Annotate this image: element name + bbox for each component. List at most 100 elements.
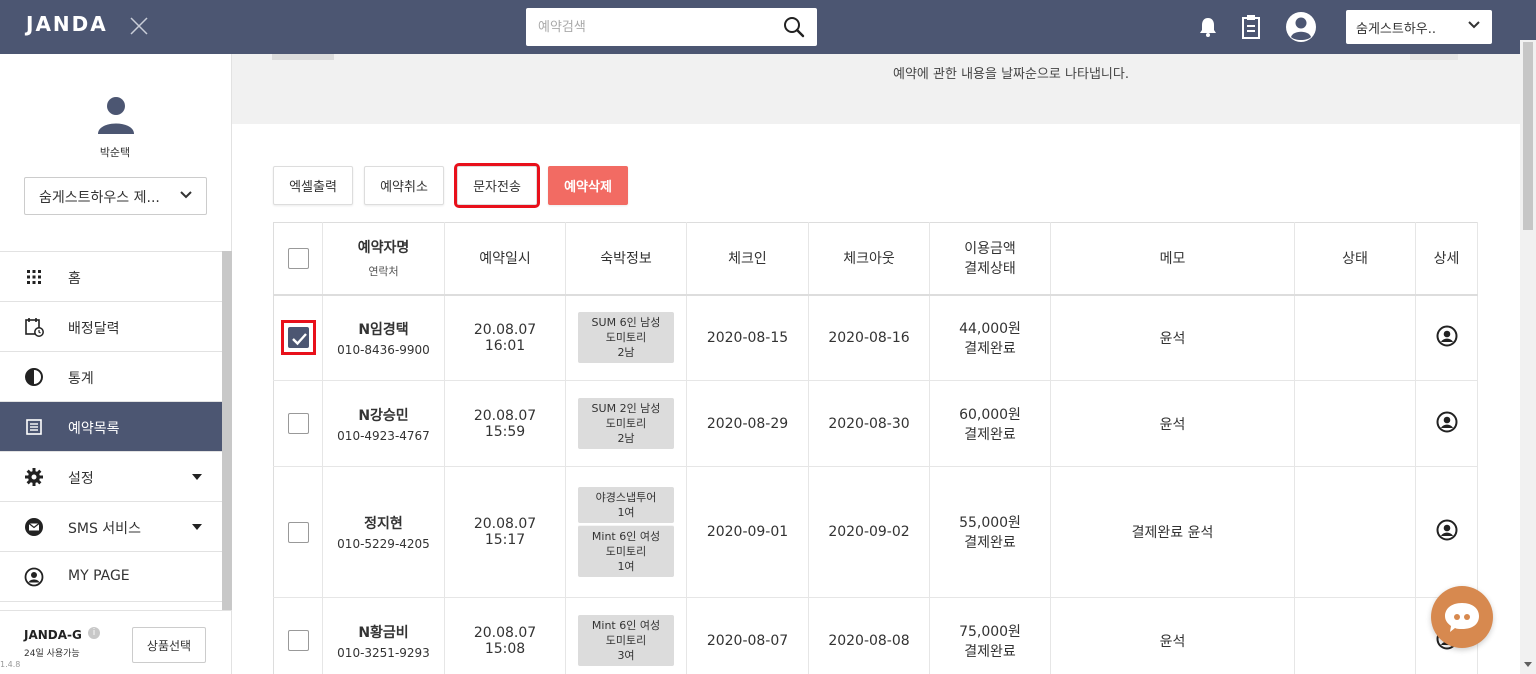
booked-at-cell: 20.08.07 15:08 (444, 597, 566, 674)
sidebar-item-sms[interactable]: SMS 서비스 (0, 502, 222, 552)
amount-cell: 75,000원 결제완료 (929, 597, 1051, 674)
room-type: 도미토리 (605, 634, 647, 647)
booked-date: 20.08.07 (473, 407, 537, 424)
grid-icon (27, 270, 41, 284)
user-detail-icon[interactable] (1436, 411, 1458, 433)
search-icon[interactable] (783, 16, 805, 38)
room-cell: SUM 6인 남성 도미토리 2남 (565, 294, 687, 381)
plan-name: JANDA-G (24, 628, 82, 642)
status-cell (1294, 380, 1416, 467)
booked-at-cell: 20.08.07 15:59 (444, 380, 566, 467)
table-header-row: 예약자명 연락처 예약일시 숙박정보 체크인 체크아웃 이용금액 결제상태 메모… (273, 222, 1478, 296)
sidebar-item-settings[interactable]: 설정 (0, 452, 222, 502)
amount-cell: 44,000원 결제완료 (929, 294, 1051, 381)
amount-cell: 55,000원 결제완료 (929, 466, 1051, 598)
amount-cell: 60,000원 결제완료 (929, 380, 1051, 467)
row-checkbox[interactable] (287, 413, 309, 434)
row-select-cell (273, 380, 323, 467)
scroll-down-arrow-icon[interactable] (1524, 662, 1532, 667)
user-circle-icon[interactable] (1285, 11, 1317, 43)
header-memo: 메모 (1050, 222, 1295, 296)
row-checkbox[interactable] (287, 327, 309, 349)
row-select-cell (273, 466, 323, 598)
header-booked-at: 예약일시 (444, 222, 566, 296)
excel-export-button[interactable]: 엑셀출력 (273, 166, 353, 205)
guest-cell: 정지현 010-5229-4205 (322, 466, 445, 598)
info-icon[interactable]: i (88, 627, 100, 639)
delete-reservation-button[interactable]: 예약삭제 (548, 166, 628, 205)
app-logo[interactable]: JANDA (26, 12, 108, 36)
plan-select-button[interactable]: 상품선택 (132, 627, 206, 663)
sidebar-item-home[interactable]: 홈 (0, 252, 222, 302)
booked-time: 15:08 (484, 640, 526, 657)
booked-at-cell: 20.08.07 16:01 (444, 294, 566, 381)
sidebar-item-mypage[interactable]: MY PAGE (0, 552, 222, 602)
sidebar-item-calendar[interactable]: 배정달력 (0, 302, 222, 352)
sidebar-item-label: 설정 (68, 471, 94, 487)
chat-bubble-icon (1445, 603, 1479, 632)
plan-footer: JANDA-G i 24일 사용가능 상품선택 (0, 610, 232, 674)
bell-icon[interactable] (1198, 16, 1218, 38)
page-scrollbar[interactable] (1520, 40, 1536, 674)
header-room: 숙박정보 (565, 222, 687, 296)
sidebar-item-label: MY PAGE (68, 568, 130, 584)
guest-name[interactable]: N강승민 (323, 405, 444, 425)
sidebar-item-reservations[interactable]: 예약목록 (0, 402, 222, 452)
guest-cell: N강승민 010-4923-4767 (322, 380, 445, 467)
guest-name[interactable]: N황금비 (323, 622, 444, 642)
avatar (98, 97, 134, 134)
store-select-label: 숨게스트하우.. (1356, 22, 1437, 37)
sidebar-scrollbar[interactable] (222, 251, 232, 611)
chevron-down-icon (1468, 21, 1480, 29)
table-row[interactable]: N황금비 010-3251-9293 20.08.07 15:08 Mint 6… (273, 597, 1478, 674)
cancel-reservation-button[interactable]: 예약취소 (364, 166, 444, 205)
status-cell (1294, 597, 1416, 674)
sidebar-item-label: SMS 서비스 (68, 521, 141, 537)
amount: 75,000원 (959, 623, 1021, 640)
clipboard-icon[interactable] (1241, 14, 1261, 40)
room-cell: SUM 2인 남성 도미토리 2남 (565, 380, 687, 467)
user-detail-icon[interactable] (1436, 325, 1458, 347)
table-row[interactable]: 정지현 010-5229-4205 20.08.07 15:17 야경스냅투어 … (273, 466, 1478, 598)
booked-date: 20.08.07 (473, 321, 537, 338)
guest-name[interactable]: N임경택 (323, 319, 444, 339)
row-checkbox[interactable] (287, 630, 309, 651)
sidebar-store-select[interactable]: 숨게스트하우스 제... (24, 177, 207, 215)
close-icon[interactable] (128, 15, 150, 37)
search-input[interactable] (526, 8, 776, 46)
row-checkbox-highlight (280, 320, 316, 356)
header-status: 상태 (1294, 222, 1416, 296)
room-type: 도미토리 (605, 417, 647, 430)
room-guests: 1여 (617, 506, 635, 519)
guest-cell: N임경택 010-8436-9900 (322, 294, 445, 381)
header-detail: 상세 (1415, 222, 1478, 296)
sidebar-item-stats[interactable]: 통계 (0, 352, 222, 402)
guest-name[interactable]: 정지현 (323, 513, 444, 533)
checkout-cell: 2020-09-02 (808, 466, 930, 598)
pay-status: 결제완료 (964, 426, 1016, 443)
room-guests: 2남 (617, 432, 635, 445)
detail-cell (1415, 380, 1478, 467)
amount: 44,000원 (959, 320, 1021, 337)
scrollbar-thumb[interactable] (1523, 42, 1533, 230)
room-tag: Mint 6인 여성 도미토리 3여 (578, 615, 674, 666)
row-checkbox[interactable] (287, 521, 309, 543)
room-name: Mint 6인 여성 (591, 619, 661, 632)
checkin-cell: 2020-08-07 (686, 597, 809, 674)
memo-cell: 결제완료 윤석 (1050, 466, 1295, 598)
room-cell: Mint 6인 여성 도미토리 3여 (565, 597, 687, 674)
store-select[interactable]: 숨게스트하우.. (1346, 10, 1492, 44)
table-row[interactable]: N임경택 010-8436-9900 20.08.07 16:01 SUM 6인… (273, 294, 1478, 381)
guest-phone: 010-4923-4767 (337, 428, 430, 443)
guest-phone: 010-5229-4205 (337, 537, 430, 551)
chat-button[interactable] (1431, 586, 1493, 648)
user-detail-icon[interactable] (1436, 519, 1458, 541)
send-sms-button[interactable]: 문자전송 (454, 163, 540, 208)
sidebar-item-label: 배정달력 (68, 321, 120, 337)
search-box (526, 8, 817, 46)
amount: 55,000원 (959, 515, 1021, 531)
select-all-checkbox[interactable] (287, 247, 309, 269)
mail-icon (25, 518, 43, 536)
table-row[interactable]: N강승민 010-4923-4767 20.08.07 15:59 SUM 2인… (273, 380, 1478, 467)
calendar-clock-icon (25, 318, 44, 337)
